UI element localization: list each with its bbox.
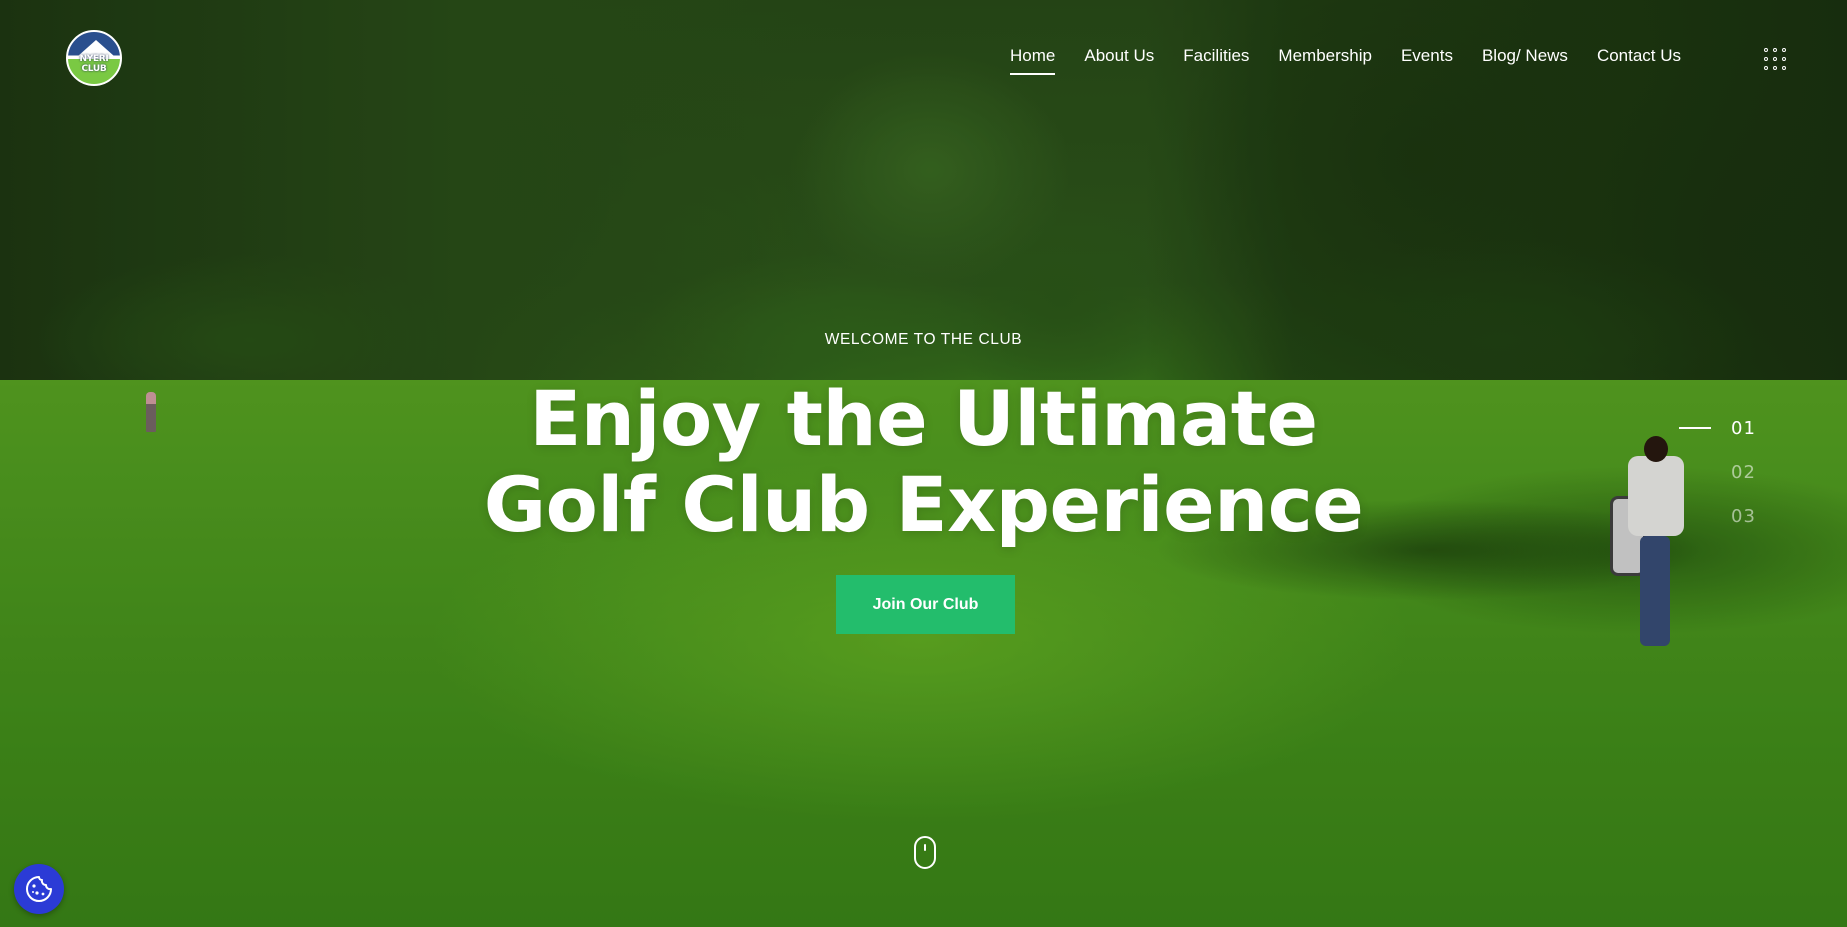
- slider-pagination: 01 02 03: [1679, 406, 1799, 538]
- cookie-icon: [26, 876, 52, 902]
- logo-text: NYERI CLUB: [79, 54, 109, 74]
- slide-indicator-3[interactable]: 03: [1679, 494, 1799, 538]
- slide-indicator-2[interactable]: 02: [1679, 450, 1799, 494]
- club-logo[interactable]: NYERI CLUB: [66, 30, 122, 86]
- nav-item-events[interactable]: Events: [1401, 46, 1453, 66]
- active-slide-line: [1679, 427, 1711, 429]
- slide-indicator-1[interactable]: 01: [1679, 406, 1799, 450]
- nav-item-contact-us[interactable]: Contact Us: [1597, 46, 1681, 66]
- nav-item-blog-news[interactable]: Blog/ News: [1482, 46, 1568, 66]
- nav-item-membership[interactable]: Membership: [1278, 46, 1372, 66]
- nav-item-facilities[interactable]: Facilities: [1183, 46, 1249, 66]
- grid-dots-icon[interactable]: [1764, 48, 1786, 70]
- headline-line-1: Enjoy the Ultimate: [529, 374, 1318, 463]
- headline-line-2: Golf Club Experience: [483, 460, 1364, 549]
- nav-item-home[interactable]: Home: [1010, 46, 1056, 75]
- main-nav: Home About Us Facilities Membership Even…: [1010, 46, 1681, 75]
- nav-item-about-us[interactable]: About Us: [1084, 46, 1154, 66]
- mouse-scroll-icon[interactable]: [914, 836, 936, 869]
- join-club-button[interactable]: Join Our Club: [836, 575, 1015, 634]
- hero-eyebrow: WELCOME TO THE CLUB: [824, 331, 1023, 348]
- hero-headline: Enjoy the Ultimate Golf Club Experience: [0, 376, 1847, 548]
- cookie-settings-button[interactable]: [14, 864, 64, 914]
